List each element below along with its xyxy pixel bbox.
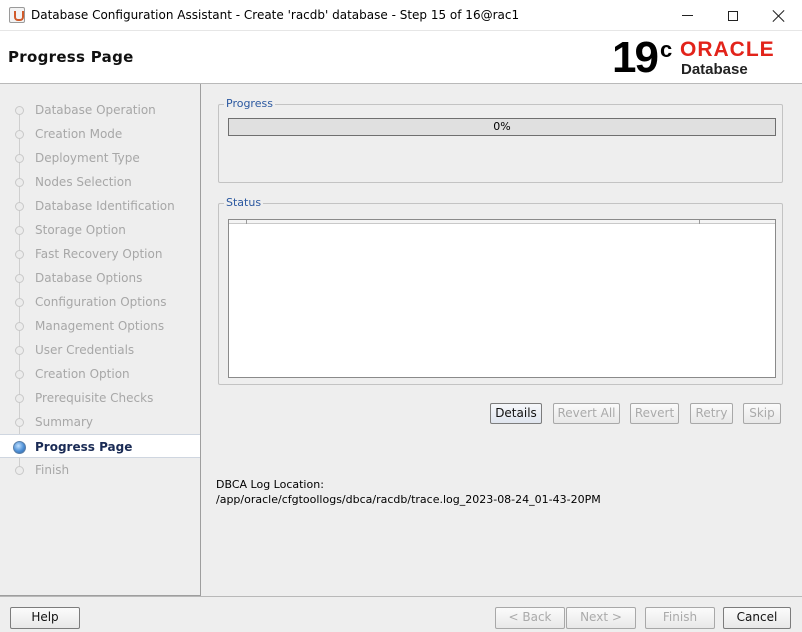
wizard-body: Database Operation Creation Mode Deploymen… xyxy=(0,84,802,632)
step-dot-icon xyxy=(15,250,24,259)
status-table[interactable] xyxy=(228,219,776,378)
sidebar-step-label: Deployment Type xyxy=(35,151,140,165)
sidebar-step[interactable]: Summary xyxy=(0,410,200,434)
maximize-button[interactable] xyxy=(710,0,756,31)
sidebar-step[interactable]: Management Options xyxy=(0,314,200,338)
sidebar-step[interactable]: Nodes Selection xyxy=(0,170,200,194)
status-table-header xyxy=(229,220,775,224)
sidebar-step[interactable]: Database Operation xyxy=(0,98,200,122)
step-dot-icon xyxy=(15,274,24,283)
java-cup-icon xyxy=(9,7,25,23)
finish-button[interactable]: Finish xyxy=(645,607,715,629)
step-dot-icon xyxy=(15,370,24,379)
step-dot-icon xyxy=(15,298,24,307)
logo-version: 19 xyxy=(612,33,659,82)
step-dot-icon xyxy=(15,106,24,115)
retry-button[interactable]: Retry xyxy=(690,403,733,424)
sidebar-step[interactable]: Creation Option xyxy=(0,362,200,386)
sidebar-step-label: Database Options xyxy=(35,271,143,285)
step-dot-icon xyxy=(15,466,24,475)
status-group-title: Status xyxy=(224,196,264,209)
sidebar-step[interactable]: Prerequisite Checks xyxy=(0,386,200,410)
close-button[interactable] xyxy=(756,0,802,31)
sidebar-step[interactable]: Creation Mode xyxy=(0,122,200,146)
step-dot-icon xyxy=(15,394,24,403)
progress-group: Progress 0% xyxy=(218,97,783,183)
step-dot-icon xyxy=(15,154,24,163)
next-button[interactable]: Next > xyxy=(566,607,636,629)
sidebar-step[interactable]: Storage Option xyxy=(0,218,200,242)
step-dot-icon xyxy=(15,130,24,139)
sidebar-step-label: Configuration Options xyxy=(35,295,167,309)
sidebar-step-label: User Credentials xyxy=(35,343,135,357)
details-button[interactable]: Details xyxy=(490,403,542,424)
minimize-icon xyxy=(681,15,693,16)
sidebar-step-label: Database Operation xyxy=(35,103,156,117)
log-location-path: /app/oracle/cfgtoollogs/dbca/racdb/trace… xyxy=(216,493,601,506)
maximize-icon xyxy=(728,10,738,21)
page-title: Progress Page xyxy=(8,48,134,66)
sidebar-step-label: Creation Mode xyxy=(35,127,123,141)
sidebar-step-label: Nodes Selection xyxy=(35,175,132,189)
revert-all-button[interactable]: Revert All xyxy=(553,403,620,424)
sidebar-step-label: Progress Page xyxy=(35,440,133,454)
logo-version-suffix: c xyxy=(660,37,673,62)
wizard-footer: Help < Back Next > Finish Cancel xyxy=(0,596,802,632)
sidebar-step[interactable]: Database Options xyxy=(0,266,200,290)
sidebar-step[interactable]: User Credentials xyxy=(0,338,200,362)
step-dot-icon xyxy=(15,202,24,211)
sidebar-step-label: Prerequisite Checks xyxy=(35,391,154,405)
minimize-button[interactable] xyxy=(664,0,710,31)
help-button[interactable]: Help xyxy=(10,607,80,629)
window-title: Database Configuration Assistant - Creat… xyxy=(31,8,520,22)
progress-group-title: Progress xyxy=(224,97,275,110)
revert-button[interactable]: Revert xyxy=(630,403,679,424)
sidebar-step[interactable]: Configuration Options xyxy=(0,290,200,314)
log-location-label: DBCA Log Location: xyxy=(216,478,324,491)
logo-product: Database xyxy=(681,61,748,78)
sidebar-step-label: Summary xyxy=(35,415,93,429)
step-navigation: Database Operation Creation Mode Deploymen… xyxy=(0,84,201,596)
logo-brand: ORACLE xyxy=(680,38,775,61)
sidebar-step-label: Creation Option xyxy=(35,367,130,381)
current-step-icon xyxy=(13,441,26,454)
log-location: DBCA Log Location: /app/oracle/cfgtoollo… xyxy=(216,477,601,507)
step-dot-icon xyxy=(15,322,24,331)
step-dot-icon xyxy=(15,418,24,427)
sidebar-step-label: Management Options xyxy=(35,319,165,333)
close-icon xyxy=(773,10,785,22)
sidebar-step[interactable]: Database Identification xyxy=(0,194,200,218)
sidebar-step[interactable]: Finish xyxy=(0,458,200,482)
sidebar-step-label: Fast Recovery Option xyxy=(35,247,163,261)
cancel-button[interactable]: Cancel xyxy=(723,607,791,629)
sidebar-step-label: Database Identification xyxy=(35,199,175,213)
sidebar-step-label: Finish xyxy=(35,463,70,477)
step-dot-icon xyxy=(15,346,24,355)
status-group: Status xyxy=(218,196,783,385)
sidebar-step-label: Storage Option xyxy=(35,223,126,237)
step-dot-icon xyxy=(15,178,24,187)
sidebar-step[interactable]: Progress Page xyxy=(0,434,200,458)
step-dot-icon xyxy=(15,226,24,235)
back-button[interactable]: < Back xyxy=(495,607,565,629)
sidebar-step[interactable]: Deployment Type xyxy=(0,146,200,170)
oracle-19c-logo: 19 c ORACLE Database xyxy=(612,35,792,81)
progress-percent: 0% xyxy=(493,120,511,133)
page-header: Progress Page 19 c ORACLE Database xyxy=(0,31,802,84)
window-title-bar: Database Configuration Assistant - Creat… xyxy=(0,0,802,31)
sidebar-step[interactable]: Fast Recovery Option xyxy=(0,242,200,266)
progress-bar: 0% xyxy=(228,118,776,136)
skip-button[interactable]: Skip xyxy=(743,403,781,424)
status-column-separator[interactable] xyxy=(246,220,247,224)
status-column-separator[interactable] xyxy=(699,220,700,224)
